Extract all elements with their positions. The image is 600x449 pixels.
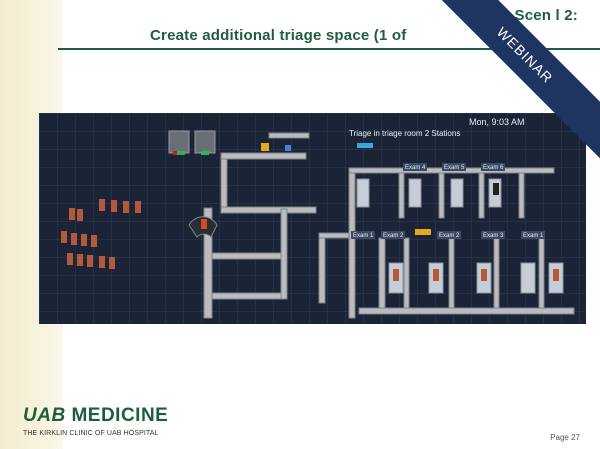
svg-text:Exam 3: Exam 3 xyxy=(483,233,504,239)
wall-segment xyxy=(318,232,326,304)
svg-text:Exam 2: Exam 2 xyxy=(383,233,404,239)
wall-segment xyxy=(211,292,288,300)
wall-segment xyxy=(220,152,307,160)
wall-segment xyxy=(220,152,228,214)
bed xyxy=(356,178,370,208)
svg-text:Exam 4: Exam 4 xyxy=(405,165,426,171)
logo-subtitle: THE KIRKLIN CLINIC OF UAB HOSPITAL xyxy=(23,430,159,437)
logo-medicine: MEDICINE xyxy=(71,405,169,426)
bed xyxy=(520,262,536,294)
wall-segment xyxy=(403,237,410,309)
wall-segment xyxy=(348,167,356,319)
wall-segment xyxy=(518,172,525,219)
svg-text:Exam 2: Exam 2 xyxy=(439,233,460,239)
slide-title-line1: Scen l 2: xyxy=(514,7,578,24)
wall-segment xyxy=(398,172,405,219)
wall-segment xyxy=(280,208,288,300)
wall-segment xyxy=(538,237,545,309)
page-number: Page 27 xyxy=(550,433,580,442)
bed xyxy=(450,178,464,208)
grid-floor xyxy=(39,113,586,324)
status-indicator xyxy=(357,143,373,148)
wall-segment xyxy=(268,132,310,139)
svg-text:Exam 1: Exam 1 xyxy=(523,233,544,239)
simulation-screenshot: Exam 4 Exam 5 Exam 6 Exam 1 Exam 2 Exam … xyxy=(39,113,586,324)
sim-status-text: Triage in triage room 2 Stations xyxy=(349,129,461,138)
wall-segment xyxy=(220,206,317,214)
logo-wordmark: UAB MEDICINE xyxy=(23,405,168,427)
sim-clock: Mon, 9:03 AM xyxy=(469,117,525,127)
bed xyxy=(408,178,422,208)
wall-segment xyxy=(448,237,455,309)
wall-segment xyxy=(211,252,288,260)
svg-text:Exam 1: Exam 1 xyxy=(353,233,374,239)
svg-text:Exam 5: Exam 5 xyxy=(444,165,465,171)
equipment-cart xyxy=(415,229,431,235)
wall-segment xyxy=(378,237,386,309)
wall-segment xyxy=(438,172,445,219)
slide-title-line2: Create additional triage space (1 of xyxy=(150,27,407,44)
logo-uab: UAB xyxy=(23,405,66,426)
svg-text:Exam 6: Exam 6 xyxy=(483,165,504,171)
floorplan-3d: Exam 4 Exam 5 Exam 6 Exam 1 Exam 2 Exam … xyxy=(39,113,586,324)
wall-segment xyxy=(493,237,500,309)
wall-segment xyxy=(478,172,485,219)
uab-medicine-logo: UAB MEDICINE THE KIRKLIN CLINIC OF UAB H… xyxy=(23,405,168,437)
wall-segment xyxy=(358,307,575,315)
